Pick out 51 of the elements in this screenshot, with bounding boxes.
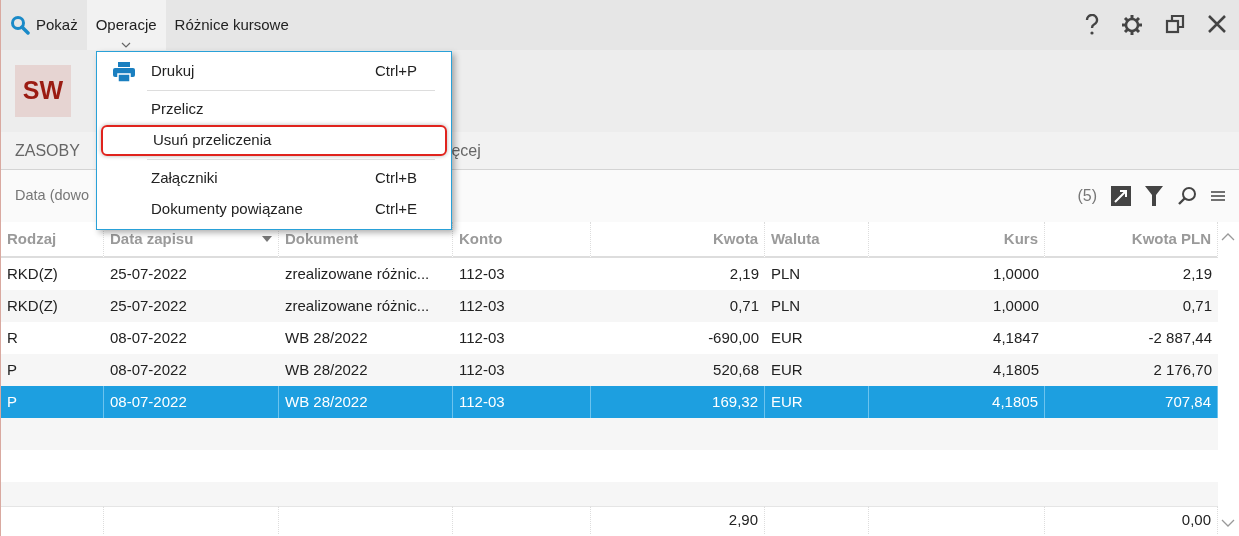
expand-icon[interactable] (1111, 186, 1131, 206)
table-cell: 4,1805 (869, 354, 1045, 386)
total-cell: 2,90 (591, 506, 765, 534)
menu-item[interactable]: Dokumenty powiązane Ctrl+E (101, 194, 447, 225)
table-cell: 08-07-2022 (104, 354, 279, 386)
table-cell: RKD(Z) (1, 290, 104, 322)
avatar-badge: SW (15, 65, 71, 117)
menu-item[interactable]: Różnice kursowe (165, 0, 298, 50)
table-cell: 112-03 (453, 354, 591, 386)
scroll-down-icon[interactable] (1221, 518, 1235, 528)
menu-item[interactable]: Usuń przeliczenia (101, 125, 447, 156)
table-cell: EUR (765, 354, 869, 386)
table-cell: 520,68 (591, 354, 765, 386)
scroll-up-icon[interactable] (1221, 232, 1235, 242)
filter-icon[interactable] (1145, 186, 1163, 206)
table-cell: 0,71 (1045, 290, 1218, 322)
close-icon[interactable] (1207, 14, 1227, 34)
menu-item[interactable]: Drukuj Ctrl+P (101, 56, 447, 87)
tab[interactable]: ZASOBY (1, 138, 94, 163)
table-cell: 4,1805 (869, 386, 1045, 418)
table-cell: 25-07-2022 (104, 290, 279, 322)
table-cell: 1,0000 (869, 290, 1045, 322)
menu-item[interactable]: Przelicz (101, 94, 447, 125)
table-cell: P (1, 354, 104, 386)
table-cell: 112-03 (453, 386, 591, 418)
filter-label: Data (dowo (15, 186, 90, 206)
table-cell: 2 176,70 (1045, 354, 1218, 386)
total-cell: 0,00 (1045, 506, 1218, 534)
table-cell: P (1, 386, 104, 418)
menu-item[interactable]: Operacje (86, 0, 166, 50)
menu-item[interactable]: Pokaż (1, 0, 87, 50)
restore-icon[interactable] (1165, 14, 1185, 34)
table-cell: EUR (765, 386, 869, 418)
printer-icon (113, 61, 135, 82)
table-cell: 0,71 (591, 290, 765, 322)
menu-item[interactable]: Załączniki Ctrl+B (101, 163, 447, 194)
caret-icon (121, 42, 132, 48)
table-cell: PLN (765, 290, 869, 322)
menu-icon[interactable] (1211, 190, 1225, 202)
table-cell: 169,32 (591, 386, 765, 418)
help-icon[interactable] (1085, 14, 1099, 36)
search-icon[interactable] (1177, 186, 1197, 206)
table-cell: WB 28/2022 (279, 354, 453, 386)
settings-icon[interactable] (1121, 14, 1143, 36)
record-count: (5) (1077, 186, 1097, 206)
table-cell: WB 28/2022 (279, 386, 453, 418)
table-cell: 707,84 (1045, 386, 1218, 418)
table-cell: 08-07-2022 (104, 386, 279, 418)
table-cell: 112-03 (453, 290, 591, 322)
table-cell: zrealizowane różnic... (279, 290, 453, 322)
search-icon (10, 15, 30, 35)
